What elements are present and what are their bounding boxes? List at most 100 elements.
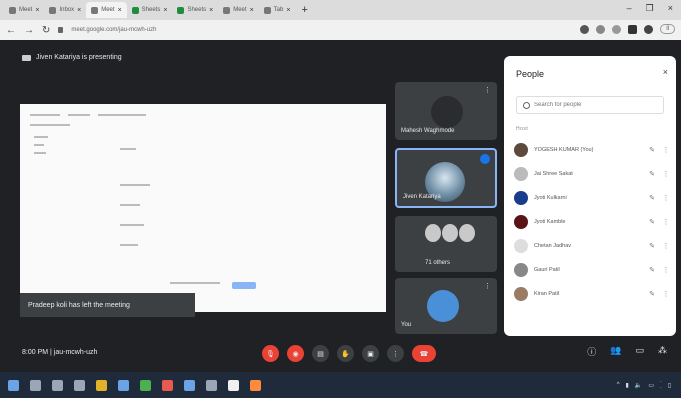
close-icon[interactable]: × xyxy=(163,7,167,14)
close-icon[interactable]: × xyxy=(209,7,213,14)
pin-icon[interactable]: ✎ xyxy=(648,146,656,154)
pin-icon[interactable]: ✎ xyxy=(648,290,656,298)
browser-tab[interactable]: Sheets × xyxy=(172,2,218,18)
doc-text-line xyxy=(120,224,144,226)
section-label: Host xyxy=(516,126,529,132)
more-options-button[interactable]: ⋮ xyxy=(387,345,404,362)
more-vertical-icon[interactable]: ⋮ xyxy=(662,218,670,226)
people-icon[interactable]: 👥 xyxy=(610,345,621,358)
volume-icon[interactable]: 🔈 xyxy=(635,382,642,389)
list-item[interactable]: YOGESH KUMAR (You) ✎ ⋮ xyxy=(514,138,670,162)
forward-arrow-icon[interactable]: → xyxy=(24,25,34,36)
browser-tab[interactable]: Inbox × xyxy=(44,2,86,18)
more-vertical-icon[interactable]: ⋮ xyxy=(484,282,491,290)
activities-icon[interactable]: ⁂ xyxy=(658,345,667,358)
close-icon[interactable]: × xyxy=(250,7,254,14)
close-icon[interactable]: × xyxy=(35,7,39,14)
taskbar-app-icon[interactable] xyxy=(52,379,63,391)
captions-button[interactable]: ▤ xyxy=(312,345,329,362)
more-vertical-icon[interactable]: ⋮ xyxy=(662,242,670,250)
taskbar-app-icon[interactable] xyxy=(206,379,217,391)
doc-text-line xyxy=(120,204,140,206)
browser-tab[interactable]: Sheets × xyxy=(127,2,173,18)
url-field[interactable]: meet.google.com/jau-mcwh-uzh xyxy=(71,27,156,33)
taskbar-app-icon[interactable] xyxy=(162,379,173,391)
minimize-icon[interactable]: – xyxy=(627,3,632,14)
list-item[interactable]: Jyoti Kamble ✎ ⋮ xyxy=(514,210,670,234)
close-icon[interactable]: × xyxy=(286,7,290,14)
extension-icon[interactable] xyxy=(612,24,622,34)
avatar xyxy=(442,224,458,242)
maximize-icon[interactable]: ❐ xyxy=(646,3,654,14)
self-tile[interactable]: ⋮ You xyxy=(395,278,497,334)
avatar xyxy=(514,167,528,181)
system-tray: ^ ▮ 🔈 ▭ · · ▯ xyxy=(617,379,671,391)
doc-text-line xyxy=(30,124,70,126)
close-icon[interactable]: × xyxy=(77,7,81,14)
clock[interactable]: · · xyxy=(660,379,662,391)
close-icon[interactable]: × xyxy=(118,7,122,14)
camera-off-button[interactable]: ◉ xyxy=(287,345,304,362)
pin-icon[interactable]: ✎ xyxy=(648,242,656,250)
list-item[interactable]: Kiran Patil ✎ ⋮ xyxy=(514,282,670,306)
tray-chevron-icon[interactable]: ^ xyxy=(617,382,620,388)
pin-icon[interactable]: ✎ xyxy=(648,170,656,178)
taskbar-app-icon[interactable] xyxy=(184,379,195,391)
taskbar-app-icon[interactable] xyxy=(228,379,239,391)
more-vertical-icon[interactable]: ⋮ xyxy=(662,290,670,298)
others-tile[interactable]: 71 others xyxy=(395,216,497,272)
list-item[interactable]: Gauri Patil ✎ ⋮ xyxy=(514,258,670,282)
mic-off-button[interactable]: 🎙 xyxy=(262,345,279,362)
participant-tile-speaking[interactable]: Jiven Katariya xyxy=(395,148,497,208)
chat-icon[interactable]: ▭ xyxy=(635,345,644,358)
raise-hand-button[interactable]: ✋ xyxy=(337,345,354,362)
taskbar-app-icon[interactable] xyxy=(74,379,85,391)
list-item[interactable]: Chetan Jadhav ✎ ⋮ xyxy=(514,234,670,258)
network-icon[interactable]: ▮ xyxy=(626,382,629,389)
camera-indicator-icon[interactable] xyxy=(580,24,590,34)
browser-tab[interactable]: Tab × xyxy=(259,2,296,18)
pin-icon[interactable]: ✎ xyxy=(648,218,656,226)
doc-text-line xyxy=(68,114,90,116)
browser-extensions: ll xyxy=(580,24,675,34)
tab-favicon-icon xyxy=(223,6,231,14)
taskbar-app-icon[interactable] xyxy=(96,379,107,391)
list-item[interactable]: Jai Shree Sakat ✎ ⋮ xyxy=(514,162,670,186)
meeting-time-code: 8:00 PM | jau-mcwh-uzh xyxy=(22,349,98,356)
pin-icon[interactable]: ✎ xyxy=(648,194,656,202)
battery-icon[interactable]: ▭ xyxy=(648,382,654,389)
browser-tab[interactable]: Meet × xyxy=(4,2,44,18)
more-vertical-icon[interactable]: ⋮ xyxy=(484,86,491,94)
back-arrow-icon[interactable]: ← xyxy=(6,25,16,36)
taskbar-app-icon[interactable] xyxy=(118,379,129,391)
close-icon[interactable]: × xyxy=(663,67,668,77)
pause-button[interactable]: ll xyxy=(660,24,675,34)
leave-call-button[interactable]: ☎ xyxy=(412,345,436,362)
pin-icon[interactable]: ✎ xyxy=(648,266,656,274)
search-input[interactable] xyxy=(534,102,654,108)
more-vertical-icon[interactable]: ⋮ xyxy=(662,170,670,178)
notification-icon[interactable]: ▯ xyxy=(668,382,671,389)
taskbar-app-icon[interactable] xyxy=(30,379,41,391)
present-button[interactable]: ▣ xyxy=(362,345,379,362)
star-icon[interactable] xyxy=(596,24,606,34)
browser-tab[interactable]: Meet × xyxy=(218,2,258,18)
start-icon[interactable] xyxy=(8,379,19,391)
taskbar-app-icon[interactable] xyxy=(140,379,151,391)
browser-tab-active[interactable]: Meet × xyxy=(86,2,127,18)
list-item[interactable]: Jyoti Kulkarni ✎ ⋮ xyxy=(514,186,670,210)
taskbar-app-icon[interactable] xyxy=(250,379,261,391)
extension-square-icon[interactable] xyxy=(628,24,638,34)
tab-favicon-icon xyxy=(49,6,57,14)
new-tab-button[interactable]: + xyxy=(295,4,313,16)
more-vertical-icon[interactable]: ⋮ xyxy=(662,266,670,274)
profile-avatar-icon[interactable] xyxy=(644,24,654,34)
participant-tile[interactable]: ⋮ Mahesh Waghmode xyxy=(395,82,497,140)
people-search-box[interactable] xyxy=(516,96,664,114)
search-icon xyxy=(523,101,530,109)
reload-icon[interactable]: ↻ xyxy=(42,25,50,36)
more-vertical-icon[interactable]: ⋮ xyxy=(662,194,670,202)
close-window-icon[interactable]: × xyxy=(668,3,673,14)
info-icon[interactable]: ⓘ xyxy=(587,345,596,358)
more-vertical-icon[interactable]: ⋮ xyxy=(662,146,670,154)
